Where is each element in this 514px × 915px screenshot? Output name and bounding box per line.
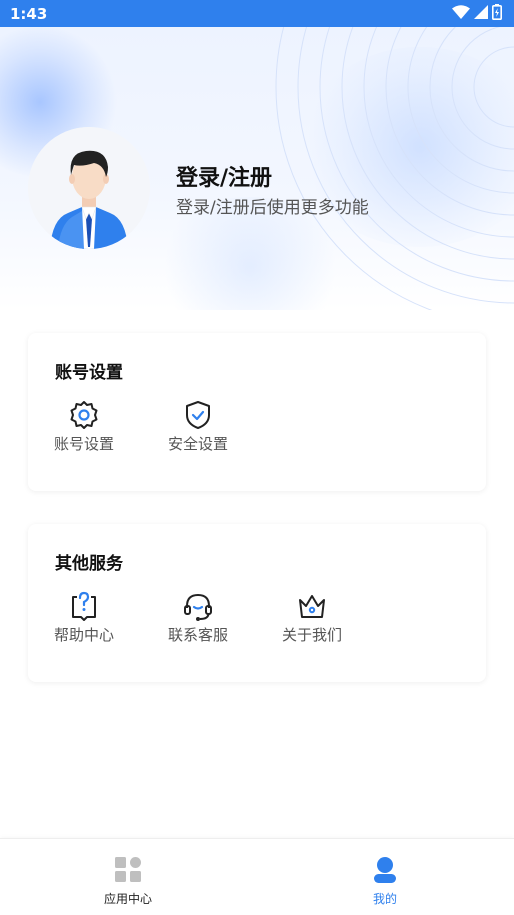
login-title[interactable]: 登录/注册 (176, 160, 272, 192)
status-icons (452, 3, 502, 24)
tab-label: 应用中心 (103, 892, 152, 906)
item-label: 关于我们 (281, 626, 342, 644)
section-title: 其他服务 (55, 554, 123, 574)
battery-icon (492, 3, 502, 24)
item-label: 帮助中心 (53, 626, 114, 644)
shield-check-icon (182, 399, 214, 431)
help-question-icon (68, 590, 100, 622)
grid-apps-icon (114, 857, 142, 887)
other-services-card: 其他服务 帮助中心 联系客服 关于我们 (28, 524, 486, 682)
login-subtitle: 登录/注册后使用更多功能 (176, 198, 369, 218)
account-settings-card: 账号设置 账号设置 安全设置 (28, 333, 486, 491)
signal-icon (474, 4, 488, 23)
item-label: 账号设置 (53, 435, 114, 453)
status-bar: 1:43 (0, 0, 514, 27)
avatar-icon (28, 127, 150, 249)
item-label: 安全设置 (167, 435, 228, 453)
item-label: 联系客服 (167, 626, 228, 644)
tab-app-center[interactable]: 应用中心 (88, 857, 168, 907)
bottom-tab-bar: 应用中心 我的 (0, 838, 514, 915)
crown-icon (296, 590, 328, 622)
contact-support-button[interactable]: 联系客服 (158, 590, 238, 645)
section-title: 账号设置 (55, 363, 123, 383)
help-center-button[interactable]: 帮助中心 (44, 590, 124, 645)
account-settings-button[interactable]: 账号设置 (44, 399, 124, 454)
status-time: 1:43 (10, 4, 48, 23)
security-settings-button[interactable]: 安全设置 (158, 399, 238, 454)
headset-icon (182, 590, 214, 622)
tab-mine[interactable]: 我的 (345, 857, 425, 907)
gear-icon (68, 399, 100, 431)
avatar[interactable] (28, 127, 150, 249)
tab-label: 我的 (372, 892, 397, 906)
user-icon (373, 857, 397, 887)
wifi-icon (452, 4, 470, 23)
about-us-button[interactable]: 关于我们 (272, 590, 352, 645)
